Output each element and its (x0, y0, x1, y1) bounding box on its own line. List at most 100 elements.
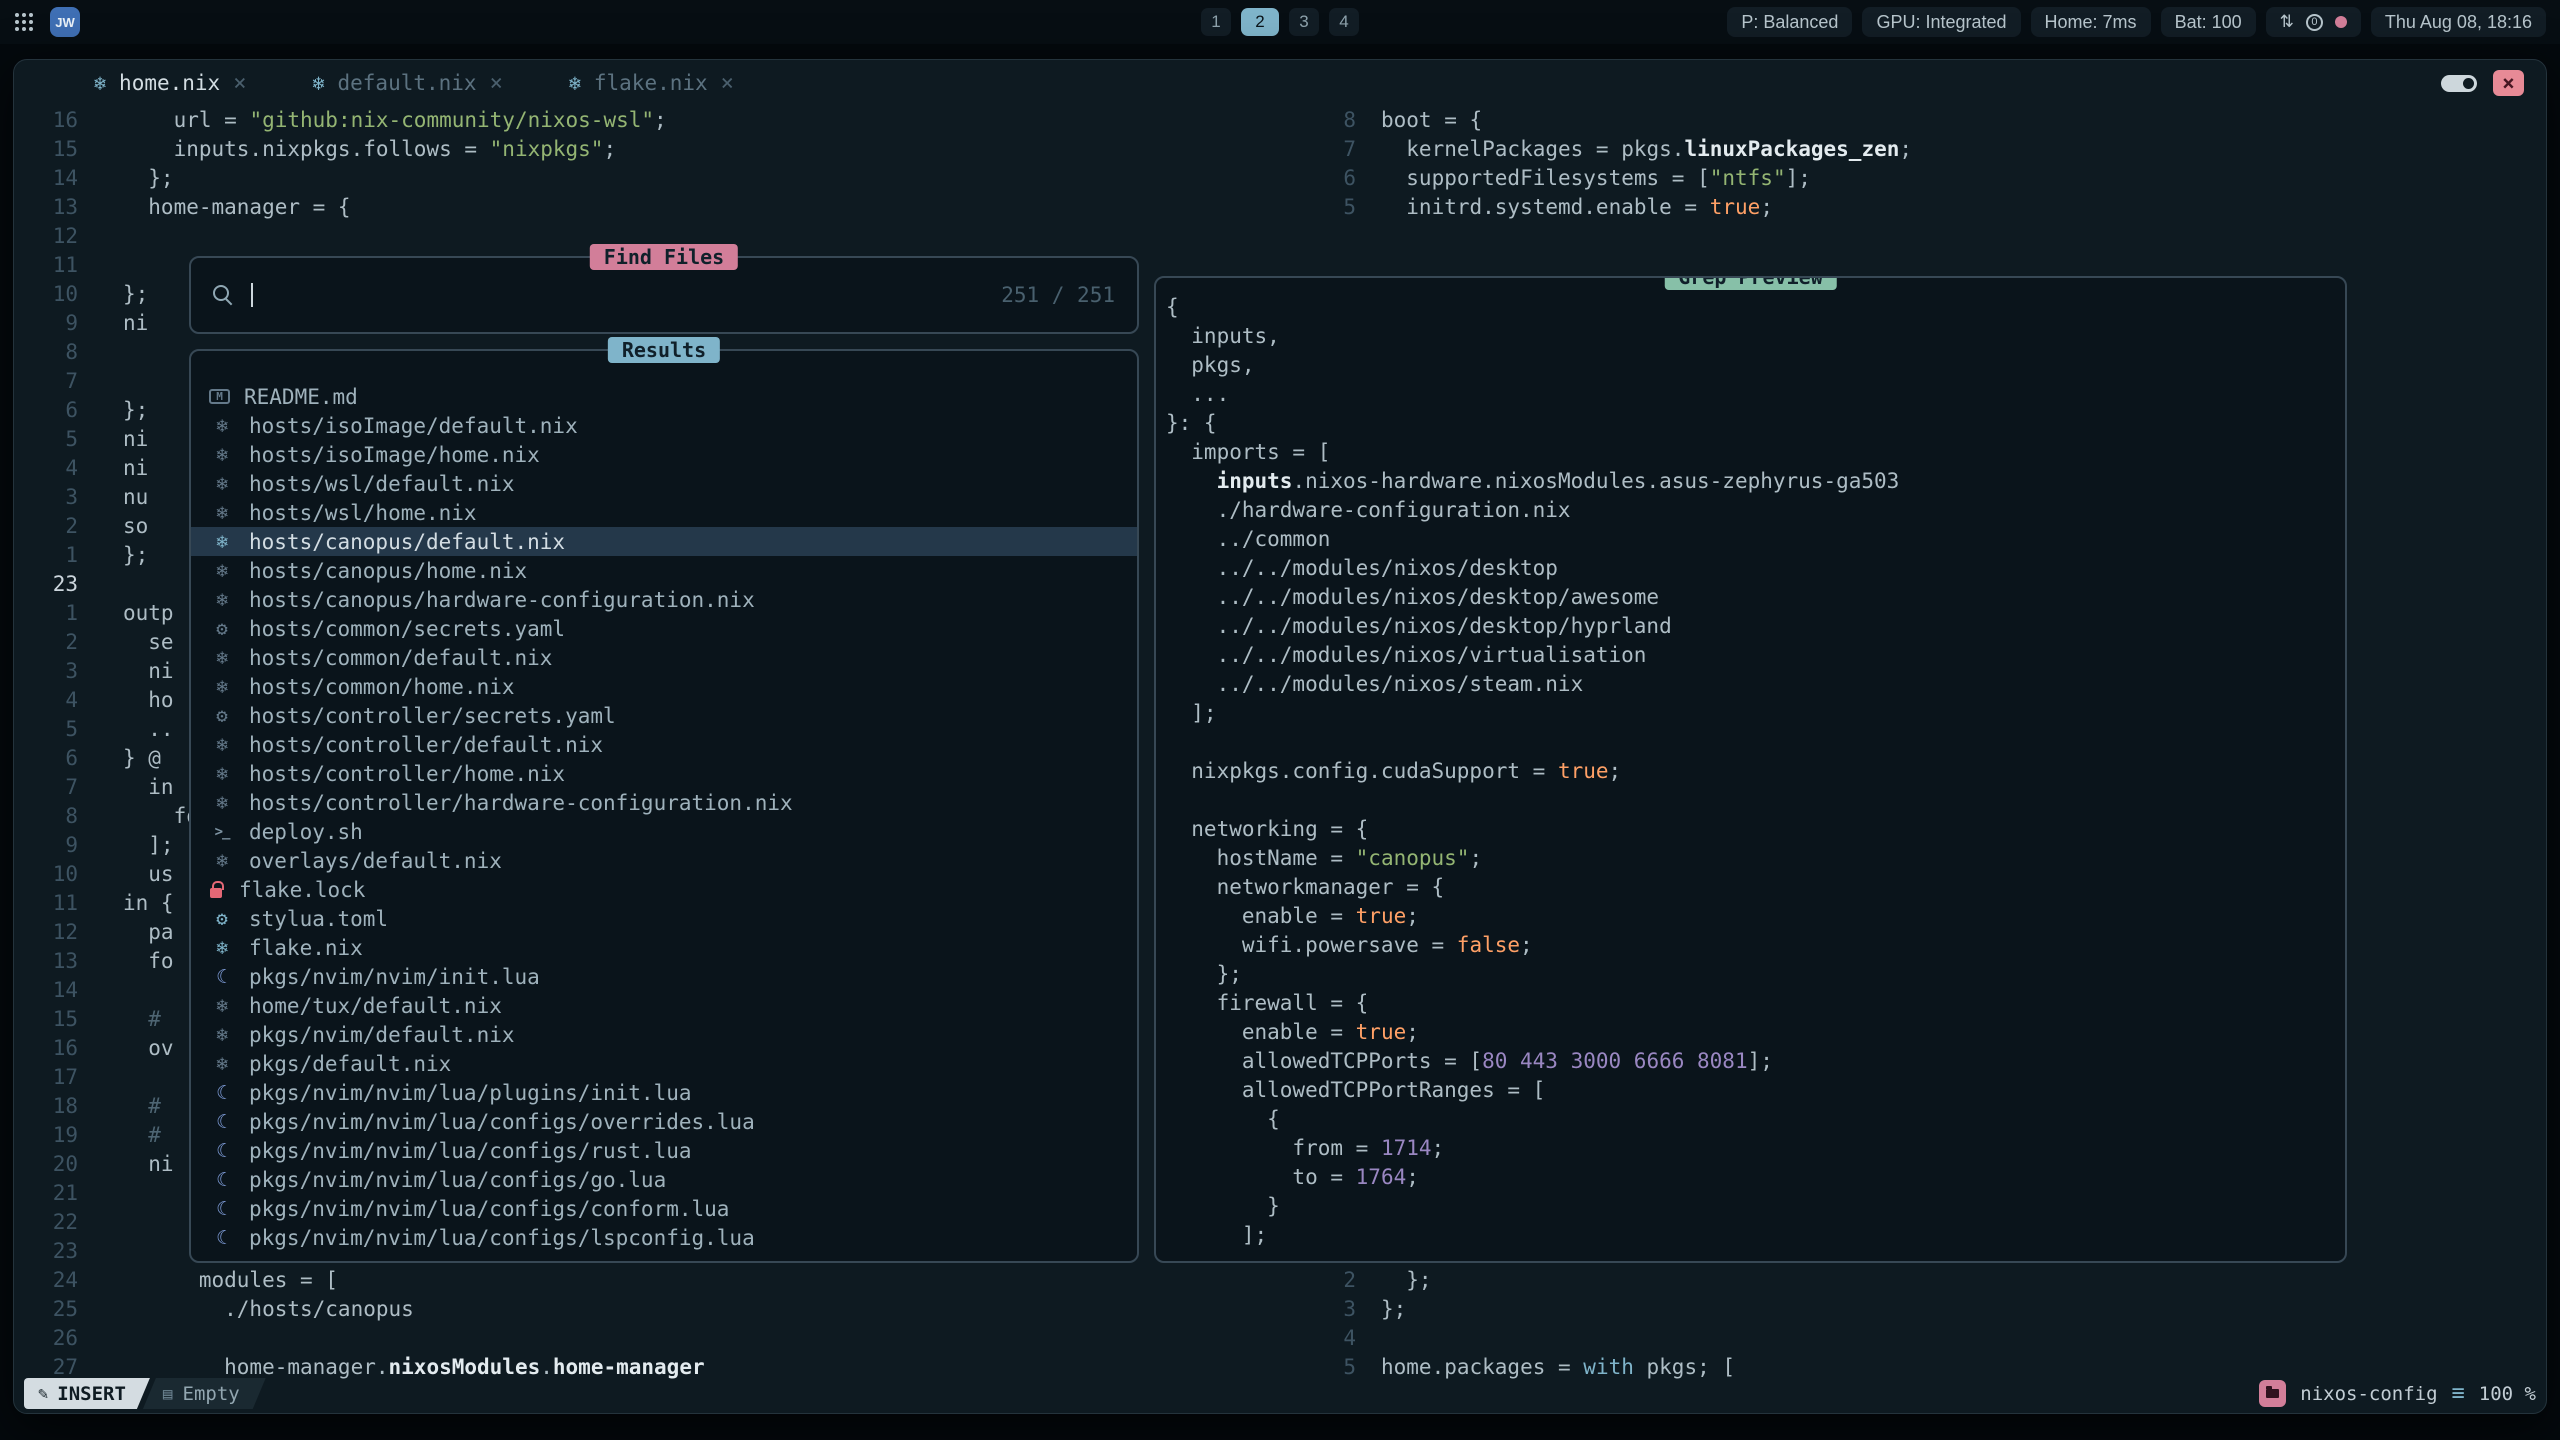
result-row[interactable]: hosts/canopus/default.nix (191, 527, 1137, 556)
result-row[interactable]: hosts/isoImage/home.nix (191, 440, 1137, 469)
result-row[interactable]: pkgs/nvim/nvim/init.lua (191, 962, 1137, 991)
buffer-label: Empty (183, 1383, 240, 1405)
code-line: inputs.nixos-hardware.nixosModules.asus-… (1166, 467, 2345, 496)
code-line (1166, 786, 2345, 815)
result-row[interactable]: pkgs/nvim/nvim/lua/configs/rust.lua (191, 1136, 1137, 1165)
tab-close-icon[interactable]: × (490, 71, 503, 96)
line-number: 12 (14, 918, 78, 947)
file-path: hosts/controller/hardware-configuration.… (249, 791, 793, 815)
mode-label: INSERT (57, 1383, 126, 1405)
result-row[interactable]: pkgs/nvim/nvim/lua/configs/go.lua (191, 1165, 1137, 1194)
code-line: ../common (1166, 525, 2345, 554)
result-row[interactable]: hosts/isoImage/default.nix (191, 411, 1137, 440)
code-line: 16 url = "github:nix-community/nixos-wsl… (14, 106, 1174, 135)
line-number: 12 (14, 222, 78, 251)
code-line: 13 home-manager = { (14, 193, 1174, 222)
tab-label: default.nix (338, 71, 477, 95)
result-row[interactable]: flake.nix (191, 933, 1137, 962)
line-number: 15 (14, 1005, 78, 1034)
line-number: 23 (14, 570, 78, 599)
result-row[interactable]: pkgs/nvim/nvim/lua/plugins/init.lua (191, 1078, 1137, 1107)
code-line: }; (1166, 960, 2345, 989)
file-path: hosts/isoImage/default.nix (249, 414, 578, 438)
nix-icon (209, 531, 235, 553)
network-icon: ⇅ (2280, 12, 2294, 32)
lua-icon (209, 1227, 235, 1249)
editor-right-split-top[interactable]: 8boot = {7 kernelPackages = pkgs.linuxPa… (1304, 106, 2544, 222)
result-row[interactable]: flake.lock (191, 875, 1137, 904)
line-number: 23 (14, 1237, 78, 1266)
lua-icon (209, 1082, 235, 1104)
code-line: { (1166, 1105, 2345, 1134)
result-row[interactable]: hosts/wsl/home.nix (191, 498, 1137, 527)
nix-icon (209, 502, 235, 524)
line-number: 24 (14, 1266, 78, 1295)
scroll-percent: 100 % (2479, 1383, 2536, 1405)
code-line: ../../modules/nixos/desktop (1166, 554, 2345, 583)
workspace-switcher[interactable]: 1234 (1201, 8, 1359, 36)
toml-icon (209, 908, 235, 930)
file-path: pkgs/nvim/nvim/lua/configs/go.lua (249, 1168, 666, 1192)
result-row[interactable]: hosts/common/home.nix (191, 672, 1137, 701)
line-number: 14 (14, 976, 78, 1005)
tab-flake-nix[interactable]: ❄ flake.nix × (569, 60, 764, 106)
result-row[interactable]: pkgs/nvim/nvim/lua/configs/conform.lua (191, 1194, 1137, 1223)
result-row[interactable]: overlays/default.nix (191, 846, 1137, 875)
file-path: pkgs/nvim/nvim/lua/configs/rust.lua (249, 1139, 692, 1163)
recording-icon (2335, 16, 2347, 28)
workspace-button-2[interactable]: 2 (1241, 8, 1279, 36)
result-row[interactable]: home/tux/default.nix (191, 991, 1137, 1020)
topbar: JW 1234 P: Balanced GPU: Integrated Home… (0, 0, 2560, 44)
code-line: }: { (1166, 409, 2345, 438)
result-row[interactable]: hosts/controller/hardware-configuration.… (191, 788, 1137, 817)
tab-default-nix[interactable]: ❄ default.nix × (312, 60, 532, 106)
file-path: hosts/canopus/default.nix (249, 530, 565, 554)
code-line: ]; (1166, 1221, 2345, 1250)
logo-icon[interactable]: JW (50, 7, 80, 37)
result-row[interactable]: hosts/controller/secrets.yaml (191, 701, 1137, 730)
result-row[interactable]: hosts/canopus/home.nix (191, 556, 1137, 585)
result-row[interactable]: pkgs/default.nix (191, 1049, 1137, 1078)
project-icon (2259, 1380, 2286, 1407)
workspace-button-1[interactable]: 1 (1201, 8, 1231, 36)
result-row[interactable]: hosts/wsl/default.nix (191, 469, 1137, 498)
result-row[interactable]: README.md (191, 382, 1137, 411)
app-launcher-icon[interactable] (14, 12, 34, 32)
result-row[interactable]: deploy.sh (191, 817, 1137, 846)
result-row[interactable]: hosts/controller/home.nix (191, 759, 1137, 788)
pin-toggle-icon[interactable] (2441, 75, 2477, 92)
topbar-right-group: P: Balanced GPU: Integrated Home: 7ms Ba… (1727, 7, 2546, 37)
line-number: 3 (14, 657, 78, 686)
gpu-module: GPU: Integrated (1862, 7, 2020, 37)
power-profile-module: P: Balanced (1727, 7, 1852, 37)
file-path: stylua.toml (249, 907, 388, 931)
line-number: 22 (14, 1208, 78, 1237)
tab-close-icon[interactable]: × (721, 71, 734, 96)
battery-module: Bat: 100 (2161, 7, 2256, 37)
nix-file-icon: ❄ (94, 71, 106, 95)
grep-preview-popup: Grep Preview { inputs, pkgs, ...}: { imp… (1154, 276, 2347, 1263)
code-line: enable = true; (1166, 1018, 2345, 1047)
result-row[interactable]: hosts/common/secrets.yaml (191, 614, 1137, 643)
result-row[interactable]: hosts/canopus/hardware-configuration.nix (191, 585, 1137, 614)
file-path: flake.nix (249, 936, 363, 960)
result-row[interactable]: pkgs/nvim/nvim/lua/configs/overrides.lua (191, 1107, 1137, 1136)
result-row[interactable]: hosts/controller/default.nix (191, 730, 1137, 759)
results-list[interactable]: README.mdhosts/isoImage/default.nixhosts… (191, 351, 1137, 1261)
tab-home-nix[interactable]: ❄ home.nix × (94, 60, 276, 106)
result-row[interactable]: hosts/common/default.nix (191, 643, 1137, 672)
code-line: allowedTCPPorts = [80 443 3000 6666 8081… (1166, 1047, 2345, 1076)
window-close-button[interactable]: × (2493, 70, 2524, 96)
line-number: 20 (14, 1150, 78, 1179)
file-path: hosts/controller/secrets.yaml (249, 704, 616, 728)
result-row[interactable]: stylua.toml (191, 904, 1137, 933)
tab-close-icon[interactable]: × (233, 71, 246, 96)
workspace-button-3[interactable]: 3 (1289, 8, 1319, 36)
shield-icon: 0 (2306, 14, 2323, 31)
result-row[interactable]: pkgs/nvim/nvim/lua/configs/lspconfig.lua (191, 1223, 1137, 1252)
workspace-button-4[interactable]: 4 (1329, 8, 1359, 36)
result-row[interactable]: pkgs/nvim/default.nix (191, 1020, 1137, 1049)
preview-code: { inputs, pkgs, ...}: { imports = [ inpu… (1156, 278, 2345, 1250)
project-name: nixos-config (2300, 1383, 2437, 1405)
file-path: pkgs/nvim/nvim/lua/plugins/init.lua (249, 1081, 692, 1105)
